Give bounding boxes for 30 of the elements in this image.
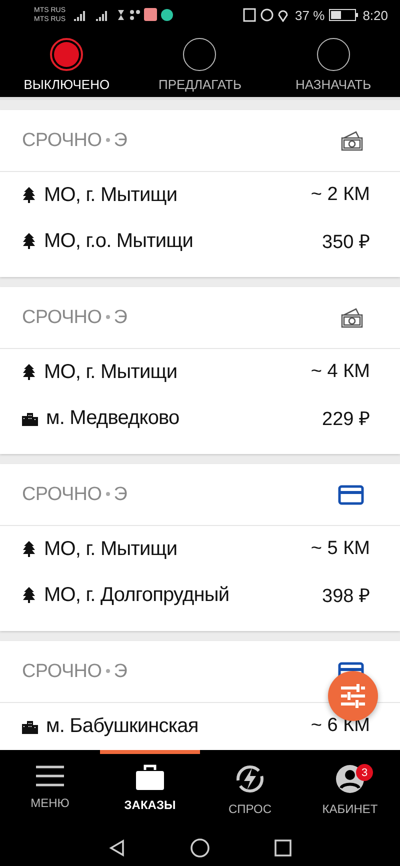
notification-badge: 3 bbox=[356, 764, 373, 781]
order-title: СРОЧНО Э bbox=[22, 660, 128, 682]
mode-button[interactable]: НАЗНАЧАТЬ bbox=[266, 30, 400, 97]
pickup-place: МО, г. Мытищи bbox=[44, 184, 178, 206]
price: 398 ₽ bbox=[322, 585, 370, 608]
battery-percent: 37 % bbox=[295, 8, 325, 22]
nav-tab[interactable]: МЕНЮ bbox=[0, 750, 100, 830]
distance: ~ 2 КМ bbox=[310, 184, 370, 206]
order-title: СРОЧНО Э bbox=[22, 306, 128, 328]
nav-tab[interactable]: КАБИНЕТ 3 bbox=[300, 750, 400, 830]
order-title: СРОЧНО Э bbox=[22, 484, 128, 506]
nav-tab[interactable]: ЗАКАЗЫ bbox=[100, 750, 200, 830]
order-title: СРОЧНО Э bbox=[22, 130, 128, 152]
price: 229 ₽ bbox=[322, 408, 370, 431]
price: 350 ₽ bbox=[322, 231, 370, 254]
distance: ~ 5 КМ bbox=[310, 538, 370, 560]
mode-button[interactable]: ВЫКЛЮЧЕНО bbox=[0, 30, 134, 97]
pickup-place: МО, г. Мытищи bbox=[44, 538, 178, 560]
dropoff-place: м. Медведково bbox=[46, 406, 180, 430]
pickup-place: м. Бабушкинская bbox=[46, 714, 198, 738]
order-card[interactable]: СРОЧНО Э МО, г. Мытищи ~ 4 КМ м. Медведково 229 ₽ bbox=[0, 287, 400, 454]
order-card[interactable]: СРОЧНО Э МО, г. Мытищи ~ 5 КМ МО, г. Долгопрудный 398 ₽ bbox=[0, 464, 400, 631]
pickup-place: МО, г. Мытищи bbox=[44, 360, 178, 384]
nav-tab[interactable]: СПРОС bbox=[200, 750, 300, 830]
distance: ~ 4 КМ bbox=[310, 361, 370, 383]
dropoff-place: МО, г. Долгопрудный bbox=[44, 584, 230, 606]
mode-button[interactable]: ПРЕДЛАГАТЬ bbox=[133, 30, 267, 97]
clock: 8:20 bbox=[362, 8, 388, 22]
dropoff-place: МО, г.о. Мытищи bbox=[44, 230, 193, 252]
order-card[interactable]: СРОЧНО Э МО, г. Мытищи ~ 2 КМ МО, г.о. Мытищи 350 ₽ bbox=[0, 110, 400, 277]
